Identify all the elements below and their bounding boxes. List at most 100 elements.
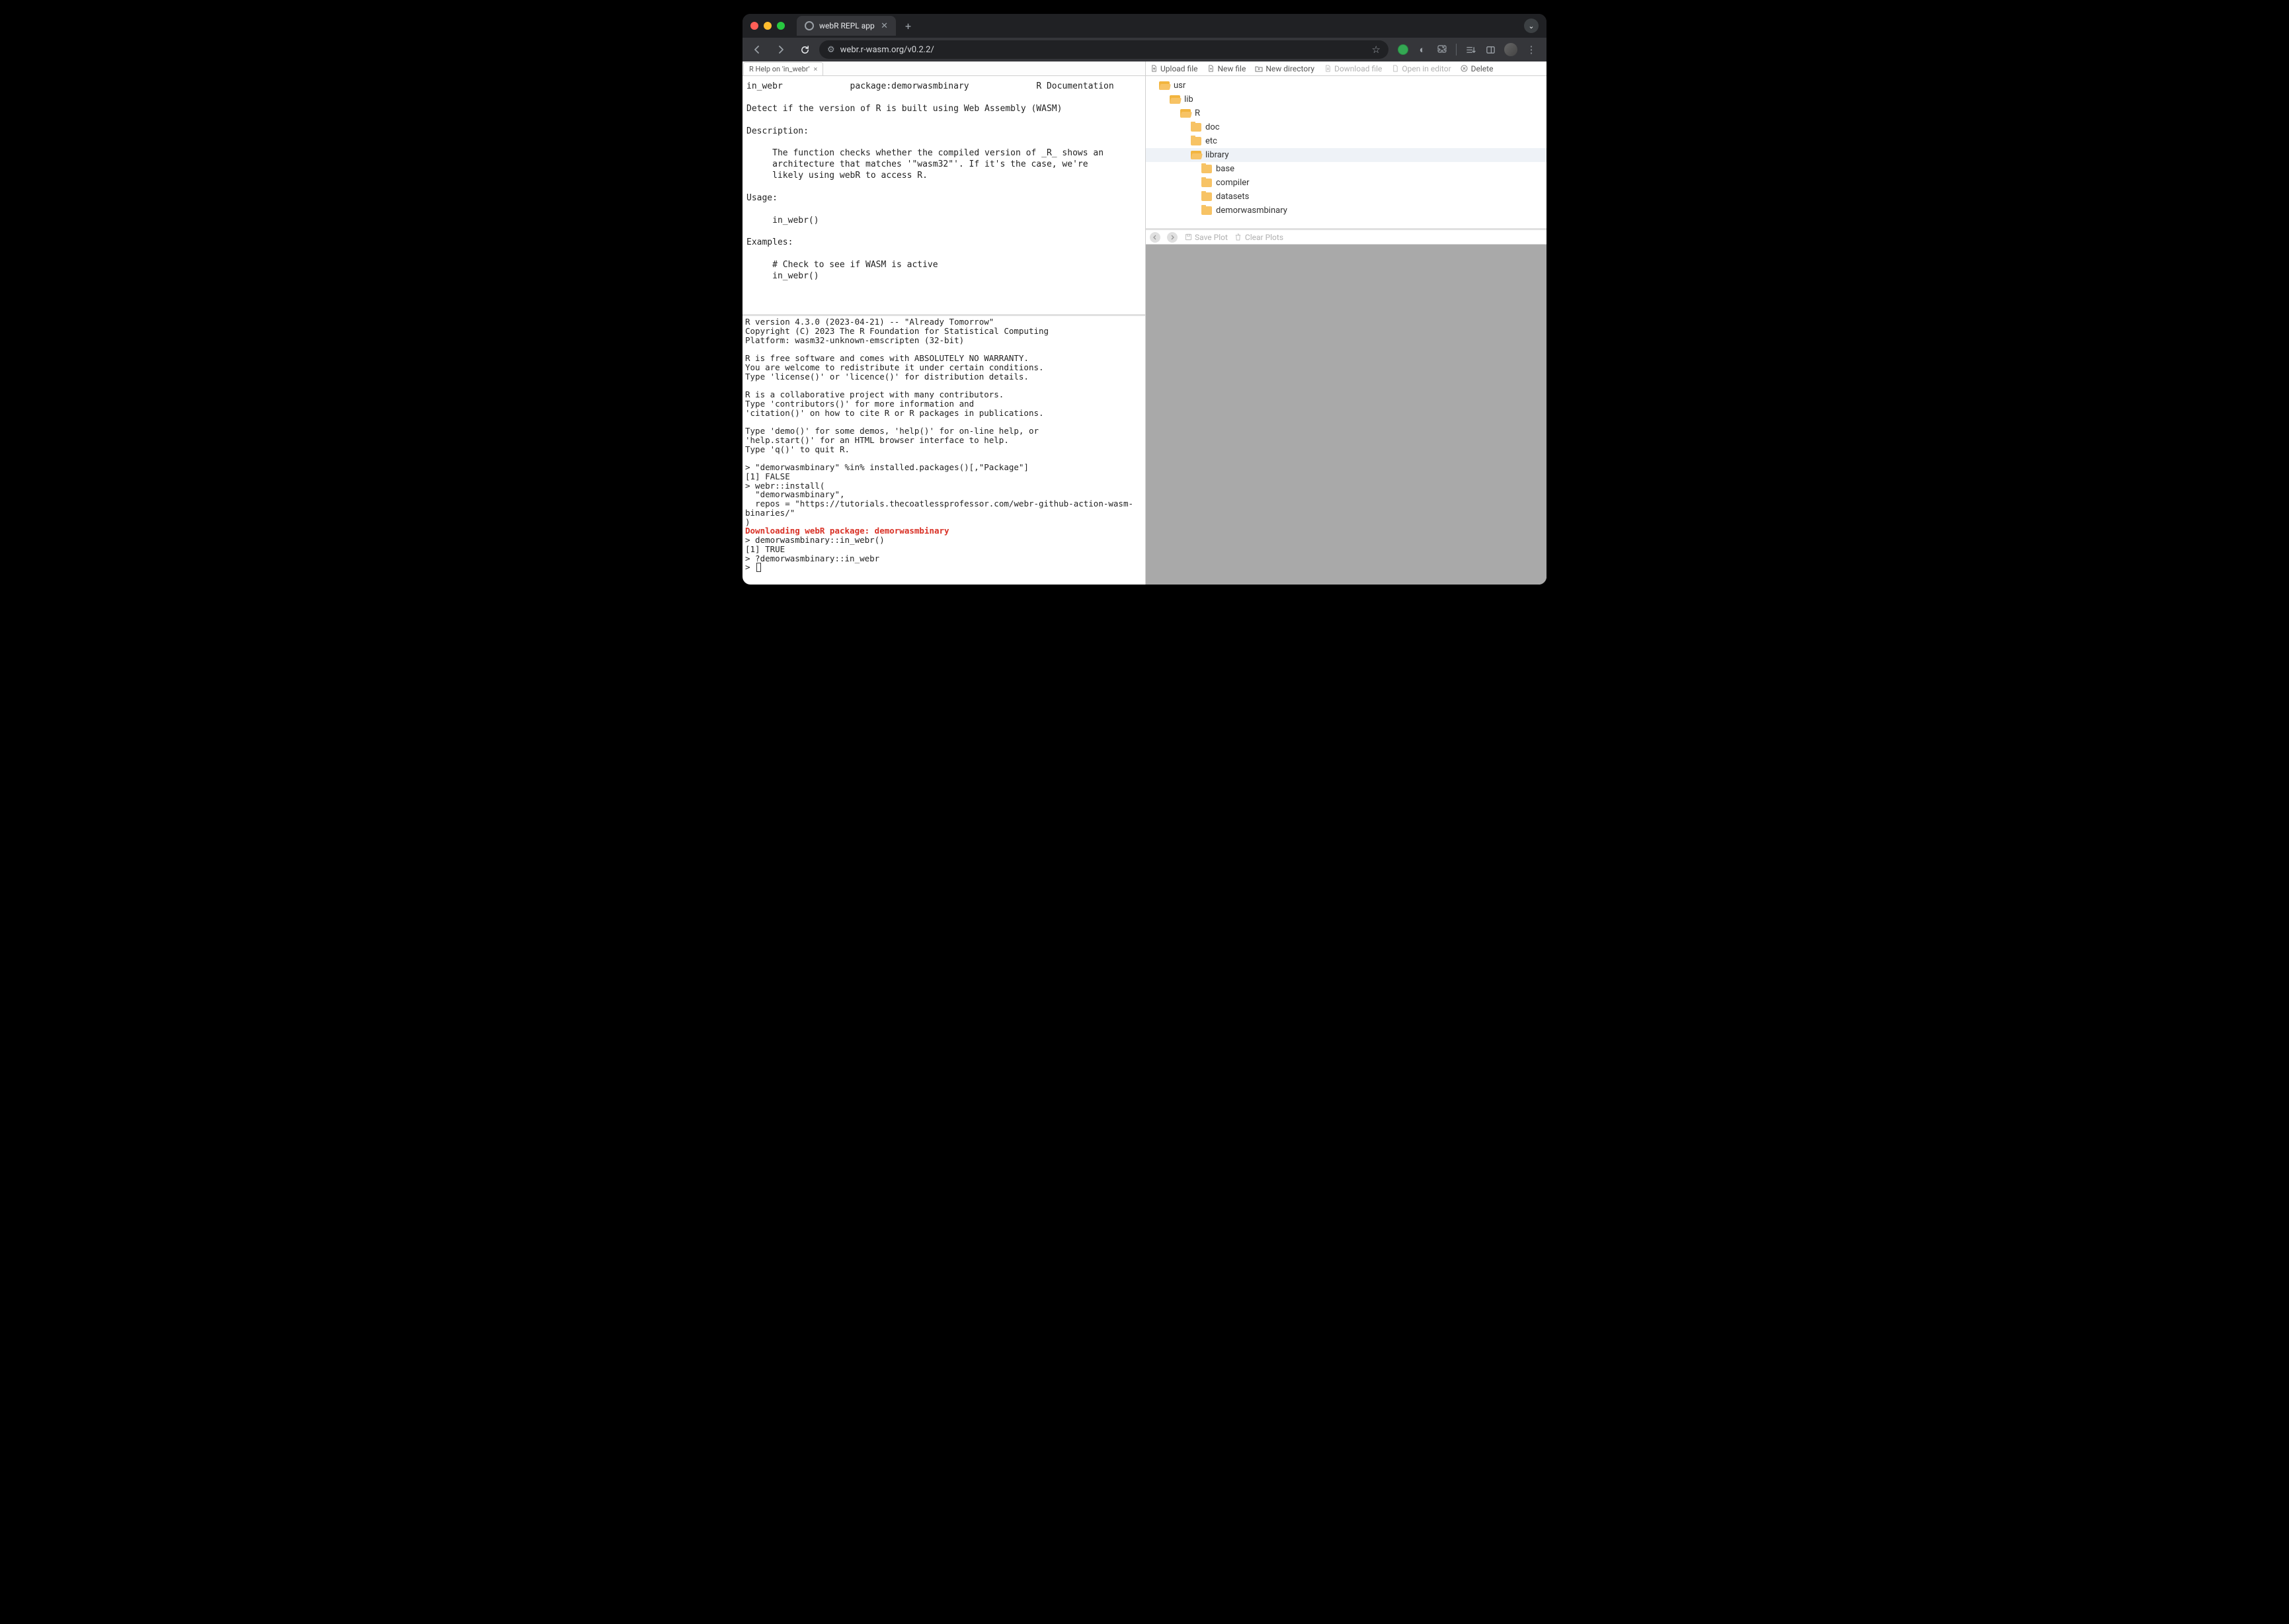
folder-label: etc: [1205, 136, 1217, 146]
file-tree[interactable]: usr libRdoc etc library basecompiler datasets…: [1146, 76, 1546, 228]
extension-icon[interactable]: ◐: [1416, 44, 1428, 56]
right-column: Upload file New file New d: [1146, 61, 1546, 585]
forward-button[interactable]: [772, 40, 790, 59]
reload-button[interactable]: [795, 40, 814, 59]
extensions-puzzle-icon[interactable]: [1436, 44, 1448, 56]
save-icon: [1184, 233, 1192, 241]
site-settings-icon[interactable]: ⚙: [827, 45, 835, 55]
folder-icon: [1191, 137, 1201, 145]
folder-icon: [1201, 165, 1212, 173]
new-file-button[interactable]: New file: [1207, 64, 1246, 73]
close-icon[interactable]: ×: [814, 65, 818, 73]
cursor-icon: [756, 563, 761, 572]
tree-folder-base[interactable]: base: [1146, 162, 1546, 176]
folder-icon: [1170, 95, 1180, 104]
clear-plots-button[interactable]: Clear Plots: [1234, 233, 1283, 242]
tree-folder-doc[interactable]: doc: [1146, 120, 1546, 134]
console-line: [1] TRUE: [745, 544, 785, 554]
folder-icon: [1191, 151, 1201, 159]
folder-label: datasets: [1216, 192, 1249, 202]
download-label: Download file: [1334, 64, 1382, 73]
tree-folder-compiler[interactable]: compiler: [1146, 176, 1546, 190]
upload-file-button[interactable]: Upload file: [1150, 64, 1197, 73]
minimize-window-button[interactable]: [764, 22, 772, 30]
browser-tab[interactable]: webR REPL app ✕: [797, 16, 896, 36]
folder-label: usr: [1174, 81, 1185, 91]
plot-next-button[interactable]: [1167, 232, 1178, 243]
new-directory-button[interactable]: New directory: [1255, 64, 1314, 73]
open-label: Open in editor: [1402, 64, 1451, 73]
plots-toolbar: Save Plot Clear Plots: [1146, 230, 1546, 245]
tab-list-button[interactable]: ⌄: [1524, 19, 1539, 33]
help-header-mid: package:demorwasmbinary: [850, 81, 969, 91]
download-icon: [1324, 65, 1332, 73]
arrow-left-icon: [752, 44, 762, 55]
profile-avatar[interactable]: [1504, 43, 1517, 56]
help-tab[interactable]: R Help on 'in_webr' ×: [743, 62, 823, 75]
folder-icon: [1191, 123, 1201, 132]
menu-button[interactable]: ⋮: [1525, 44, 1537, 56]
console-line: > ?demorwasmbinary::in_webr: [745, 553, 879, 563]
file-plus-icon: [1207, 65, 1215, 73]
trash-icon: [1234, 233, 1242, 241]
folder-label: doc: [1205, 122, 1220, 132]
plots-pane: Save Plot Clear Plots: [1146, 230, 1546, 585]
tree-folder-R[interactable]: R: [1146, 106, 1546, 120]
files-pane: Upload file New file New d: [1146, 61, 1546, 230]
new-tab-button[interactable]: +: [905, 20, 911, 32]
address-bar[interactable]: ⚙ webr.r-wasm.org/v0.2.2/ ☆: [819, 40, 1388, 59]
console-download-line: Downloading webR package: demorwasmbinar…: [745, 526, 949, 536]
plot-prev-button[interactable]: [1150, 232, 1160, 243]
arrow-right-icon: [1170, 235, 1175, 240]
extension-grammarly-icon[interactable]: [1398, 44, 1408, 55]
back-button[interactable]: [748, 40, 766, 59]
maximize-window-button[interactable]: [777, 22, 785, 30]
console-line: > "demorwasmbinary" %in% installed.packa…: [745, 462, 1029, 472]
clear-plots-label: Clear Plots: [1245, 233, 1283, 242]
tab-title: webR REPL app: [819, 21, 875, 30]
help-desc-heading: Description:: [746, 126, 809, 136]
folder-label: lib: [1184, 95, 1193, 104]
tree-folder-lib[interactable]: lib: [1146, 93, 1546, 106]
console-line: repos = "https://tutorials.thecoatlesspr…: [745, 499, 1133, 518]
delete-label: Delete: [1471, 64, 1494, 73]
webr-app: R Help on 'in_webr' × in_webr package:de…: [743, 61, 1546, 585]
help-header-left: in_webr: [746, 81, 783, 91]
side-panel-icon[interactable]: [1484, 44, 1496, 56]
console-prompt[interactable]: >: [745, 563, 1143, 572]
reading-list-icon[interactable]: [1465, 44, 1476, 56]
plot-canvas: [1146, 245, 1546, 585]
tree-folder-library[interactable]: library: [1146, 148, 1546, 162]
help-header-right: R Documentation: [1036, 81, 1113, 91]
tree-folder-demorwasmbinary[interactable]: demorwasmbinary: [1146, 204, 1546, 218]
bookmark-icon[interactable]: ☆: [1372, 44, 1381, 56]
close-tab-button[interactable]: ✕: [881, 21, 888, 31]
tree-folder-etc[interactable]: etc: [1146, 134, 1546, 148]
folder-icon: [1201, 179, 1212, 187]
console-line: > webr::install(: [745, 481, 824, 491]
files-toolbar: Upload file New file New d: [1146, 61, 1546, 76]
left-column: R Help on 'in_webr' × in_webr package:de…: [743, 61, 1146, 585]
url-toolbar: ⚙ webr.r-wasm.org/v0.2.2/ ☆ ◐ ⋮: [743, 38, 1546, 61]
url-text: webr.r-wasm.org/v0.2.2/: [840, 45, 934, 55]
globe-icon: [805, 21, 814, 30]
delete-button[interactable]: Delete: [1461, 64, 1494, 73]
open-in-editor-button[interactable]: Open in editor: [1391, 64, 1451, 73]
tree-folder-usr[interactable]: usr: [1146, 79, 1546, 93]
console-pane[interactable]: R version 4.3.0 (2023-04-21) -- "Already…: [743, 316, 1145, 585]
close-window-button[interactable]: [750, 22, 758, 30]
arrow-right-icon: [776, 44, 786, 55]
help-body[interactable]: in_webr package:demorwasmbinary R Docume…: [743, 76, 1145, 314]
folder-icon: [1159, 81, 1170, 90]
help-tab-label: R Help on 'in_webr': [749, 65, 810, 73]
newfile-label: New file: [1217, 64, 1246, 73]
folder-label: library: [1205, 150, 1229, 160]
save-plot-label: Save Plot: [1195, 233, 1228, 242]
separator: [1456, 44, 1457, 56]
toolbar-right-icons: ◐ ⋮: [1394, 43, 1541, 56]
folder-label: R: [1195, 108, 1200, 118]
tree-folder-datasets[interactable]: datasets: [1146, 190, 1546, 204]
save-plot-button[interactable]: Save Plot: [1184, 233, 1228, 242]
upload-icon: [1150, 65, 1158, 73]
download-file-button[interactable]: Download file: [1324, 64, 1382, 73]
